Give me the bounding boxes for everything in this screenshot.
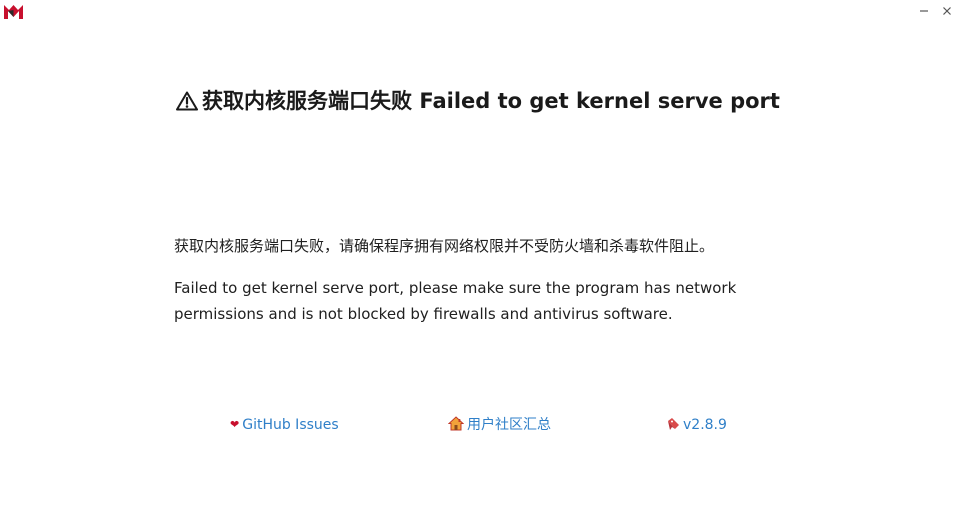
error-message-en: Failed to get kernel serve port, please … <box>174 279 737 323</box>
bookmark-icon <box>666 415 680 435</box>
error-title-text: 获取内核服务端口失败 Failed to get kernel serve po… <box>202 89 780 113</box>
minimize-icon[interactable] <box>915 2 933 20</box>
app-logo-icon <box>4 4 23 19</box>
title-bar <box>0 0 956 24</box>
community-link[interactable]: 用户社区汇总 <box>447 415 551 435</box>
house-icon <box>447 415 465 435</box>
error-message-zh: 获取内核服务端口失败，请确保程序拥有网络权限并不受防火墙和杀毒软件阻止。 <box>174 237 715 255</box>
app-window: 获取内核服务端口失败 Failed to get kernel serve po… <box>0 0 956 524</box>
warning-icon <box>176 91 199 117</box>
github-issues-label: GitHub Issues <box>242 417 339 433</box>
error-title: 获取内核服务端口失败 Failed to get kernel serve po… <box>150 88 806 117</box>
version-label: v2.8.9 <box>683 417 727 433</box>
heart-icon: ❤ <box>230 418 240 431</box>
github-issues-link[interactable]: ❤ GitHub Issues <box>230 415 339 435</box>
community-label: 用户社区汇总 <box>467 417 551 433</box>
version-link[interactable]: v2.8.9 <box>666 415 727 435</box>
close-icon[interactable] <box>938 2 956 20</box>
